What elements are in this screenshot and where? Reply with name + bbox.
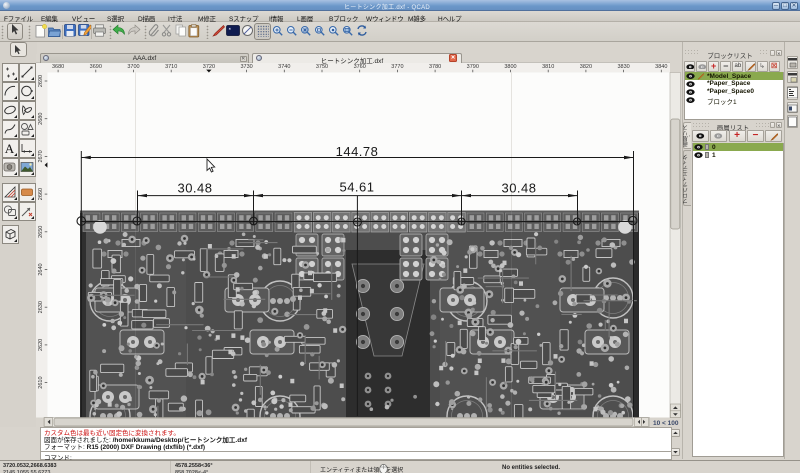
svg-text:2620: 2620 — [38, 339, 44, 351]
svg-text:3700: 3700 — [127, 64, 139, 70]
svg-text:3790: 3790 — [467, 64, 479, 70]
svg-text:2680: 2680 — [38, 113, 44, 125]
svg-text:10 < 100: 10 < 100 — [653, 420, 679, 427]
svg-text:2640: 2640 — [38, 263, 44, 275]
svg-text:3680: 3680 — [52, 64, 64, 70]
svg-text:2670: 2670 — [38, 150, 44, 162]
svg-text:30.48: 30.48 — [501, 181, 536, 196]
svg-text:3720: 3720 — [203, 64, 215, 70]
svg-text:30.48: 30.48 — [177, 181, 212, 196]
svg-text:3730: 3730 — [240, 64, 252, 70]
svg-text:144.78: 144.78 — [336, 144, 379, 159]
svg-text:3690: 3690 — [90, 64, 102, 70]
svg-text:3820: 3820 — [580, 64, 592, 70]
svg-text:54.61: 54.61 — [339, 180, 374, 195]
svg-text:2630: 2630 — [38, 301, 44, 313]
svg-text:2610: 2610 — [38, 376, 44, 388]
svg-text:2650: 2650 — [38, 226, 44, 238]
svg-text:3750: 3750 — [316, 64, 328, 70]
svg-text:3840: 3840 — [655, 64, 667, 70]
svg-text:3770: 3770 — [391, 64, 403, 70]
svg-text:3810: 3810 — [542, 64, 554, 70]
svg-text:3800: 3800 — [504, 64, 516, 70]
svg-text:3710: 3710 — [165, 64, 177, 70]
svg-text:3780: 3780 — [429, 64, 441, 70]
svg-text:3740: 3740 — [278, 64, 290, 70]
svg-text:2690: 2690 — [38, 75, 44, 87]
svg-text:3830: 3830 — [617, 64, 629, 70]
svg-text:2660: 2660 — [38, 188, 44, 200]
svg-text:3760: 3760 — [354, 64, 366, 70]
